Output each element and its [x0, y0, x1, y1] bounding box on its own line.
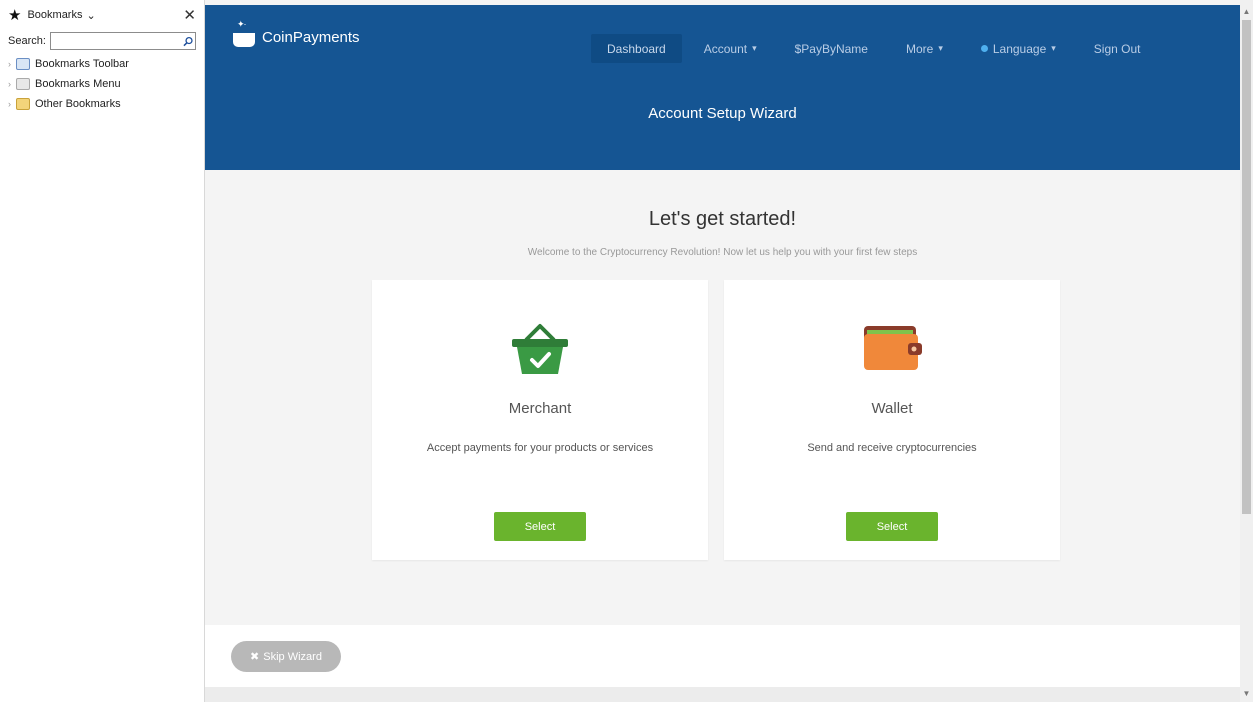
- sidebar-item-label: Bookmarks Toolbar: [35, 58, 129, 70]
- page-title: Account Setup Wizard: [648, 105, 797, 122]
- sidebar-item-other-bookmarks[interactable]: › Other Bookmarks: [8, 94, 200, 114]
- nav-label: $PayByName: [794, 41, 868, 56]
- language-dot-icon: [980, 45, 988, 52]
- sidebar-search: Search:: [0, 30, 204, 52]
- bookmarks-tree: › Bookmarks Toolbar › Bookmarks Menu › O…: [0, 52, 204, 114]
- wallet-icon: [724, 320, 1060, 380]
- sidebar-item-label: Other Bookmarks: [35, 98, 121, 110]
- chevron-down-icon: ▾: [938, 43, 943, 53]
- merchant-description: Accept payments for your products or ser…: [426, 442, 654, 454]
- chevron-down-icon: ⌄: [86, 9, 96, 22]
- scroll-down-icon[interactable]: ▼: [1240, 686, 1253, 700]
- vertical-scrollbar[interactable]: ▲ ▼: [1240, 0, 1253, 702]
- chevron-down-icon: ▾: [752, 43, 757, 53]
- scroll-up-icon[interactable]: ▲: [1240, 4, 1253, 18]
- nav-dashboard[interactable]: Dashboard: [591, 34, 682, 63]
- sidebar-item-label: Bookmarks Menu: [35, 78, 121, 90]
- sidebar-title-dropdown[interactable]: Bookmarks ⌄: [27, 9, 95, 22]
- nav-account[interactable]: Account ▾: [688, 34, 773, 63]
- bottom-strip: [205, 687, 1240, 702]
- brand-name: CoinPayments: [262, 29, 360, 46]
- nav-label: Language: [992, 41, 1047, 56]
- chevron-down-icon: ▾: [1051, 43, 1056, 53]
- nav-label: Sign Out: [1093, 41, 1141, 56]
- nav-label: Dashboard: [607, 41, 666, 56]
- nav-language[interactable]: Language ▾: [965, 34, 1072, 63]
- skip-wizard-button[interactable]: ✖ Skip Wizard: [231, 641, 341, 672]
- merchant-title: Merchant: [508, 400, 572, 417]
- bookmarks-sidebar: ★ Bookmarks ⌄ ✕ Search: › Bookmarks Tool…: [0, 0, 205, 702]
- sidebar-title: Bookmarks: [27, 9, 83, 21]
- main-content: ✦· CoinPayments Dashboard Account ▾ $Pay…: [205, 0, 1240, 702]
- search-input[interactable]: [50, 33, 183, 49]
- folder-icon: [16, 98, 30, 110]
- close-icon: ✖: [250, 651, 260, 663]
- search-box: [49, 32, 196, 50]
- skip-label: Skip Wizard: [263, 650, 322, 663]
- merchant-card: Merchant Accept payments for your produc…: [372, 280, 708, 560]
- wizard-heading: Let's get started!: [648, 208, 797, 230]
- close-icon[interactable]: ✕: [183, 6, 196, 24]
- expand-arrow-icon[interactable]: ›: [8, 79, 16, 89]
- sidebar-item-bookmarks-menu[interactable]: › Bookmarks Menu: [8, 74, 200, 94]
- search-icon[interactable]: [183, 36, 193, 47]
- scrollbar-thumb[interactable]: [1242, 20, 1251, 514]
- shopping-basket-check-icon: [372, 320, 708, 380]
- bookmarks-menu-icon: [16, 78, 30, 90]
- nav-more[interactable]: More ▾: [890, 34, 959, 63]
- site-header: ✦· CoinPayments Dashboard Account ▾ $Pay…: [205, 5, 1240, 170]
- expand-arrow-icon[interactable]: ›: [8, 99, 16, 109]
- brand-logo[interactable]: ✦· CoinPayments: [233, 19, 360, 47]
- nav-label: More: [905, 41, 934, 56]
- wallet-select-button[interactable]: Select: [846, 512, 938, 541]
- star-icon: ★: [8, 7, 22, 24]
- wizard-footer: ✖ Skip Wizard: [205, 625, 1240, 687]
- nav-label: Account: [703, 41, 748, 56]
- main-nav: Dashboard Account ▾ $PayByName More ▾ La…: [591, 34, 1162, 63]
- search-label: Search:: [8, 35, 46, 47]
- coinpayments-logo-icon: ✦·: [233, 19, 255, 47]
- nav-paybyname[interactable]: $PayByName: [779, 34, 884, 63]
- wallet-title: Wallet: [871, 400, 913, 417]
- sidebar-item-bookmarks-toolbar[interactable]: › Bookmarks Toolbar: [8, 54, 200, 74]
- sidebar-header: ★ Bookmarks ⌄ ✕: [0, 0, 204, 30]
- merchant-select-button[interactable]: Select: [494, 512, 586, 541]
- bookmarks-toolbar-icon: [16, 58, 30, 70]
- wallet-card: Wallet Send and receive cryptocurrencies…: [724, 280, 1060, 560]
- expand-arrow-icon[interactable]: ›: [8, 59, 16, 69]
- wallet-description: Send and receive cryptocurrencies: [807, 442, 977, 454]
- nav-sign-out[interactable]: Sign Out: [1078, 34, 1157, 63]
- wizard-subheading: Welcome to the Cryptocurrency Revolution…: [527, 247, 918, 258]
